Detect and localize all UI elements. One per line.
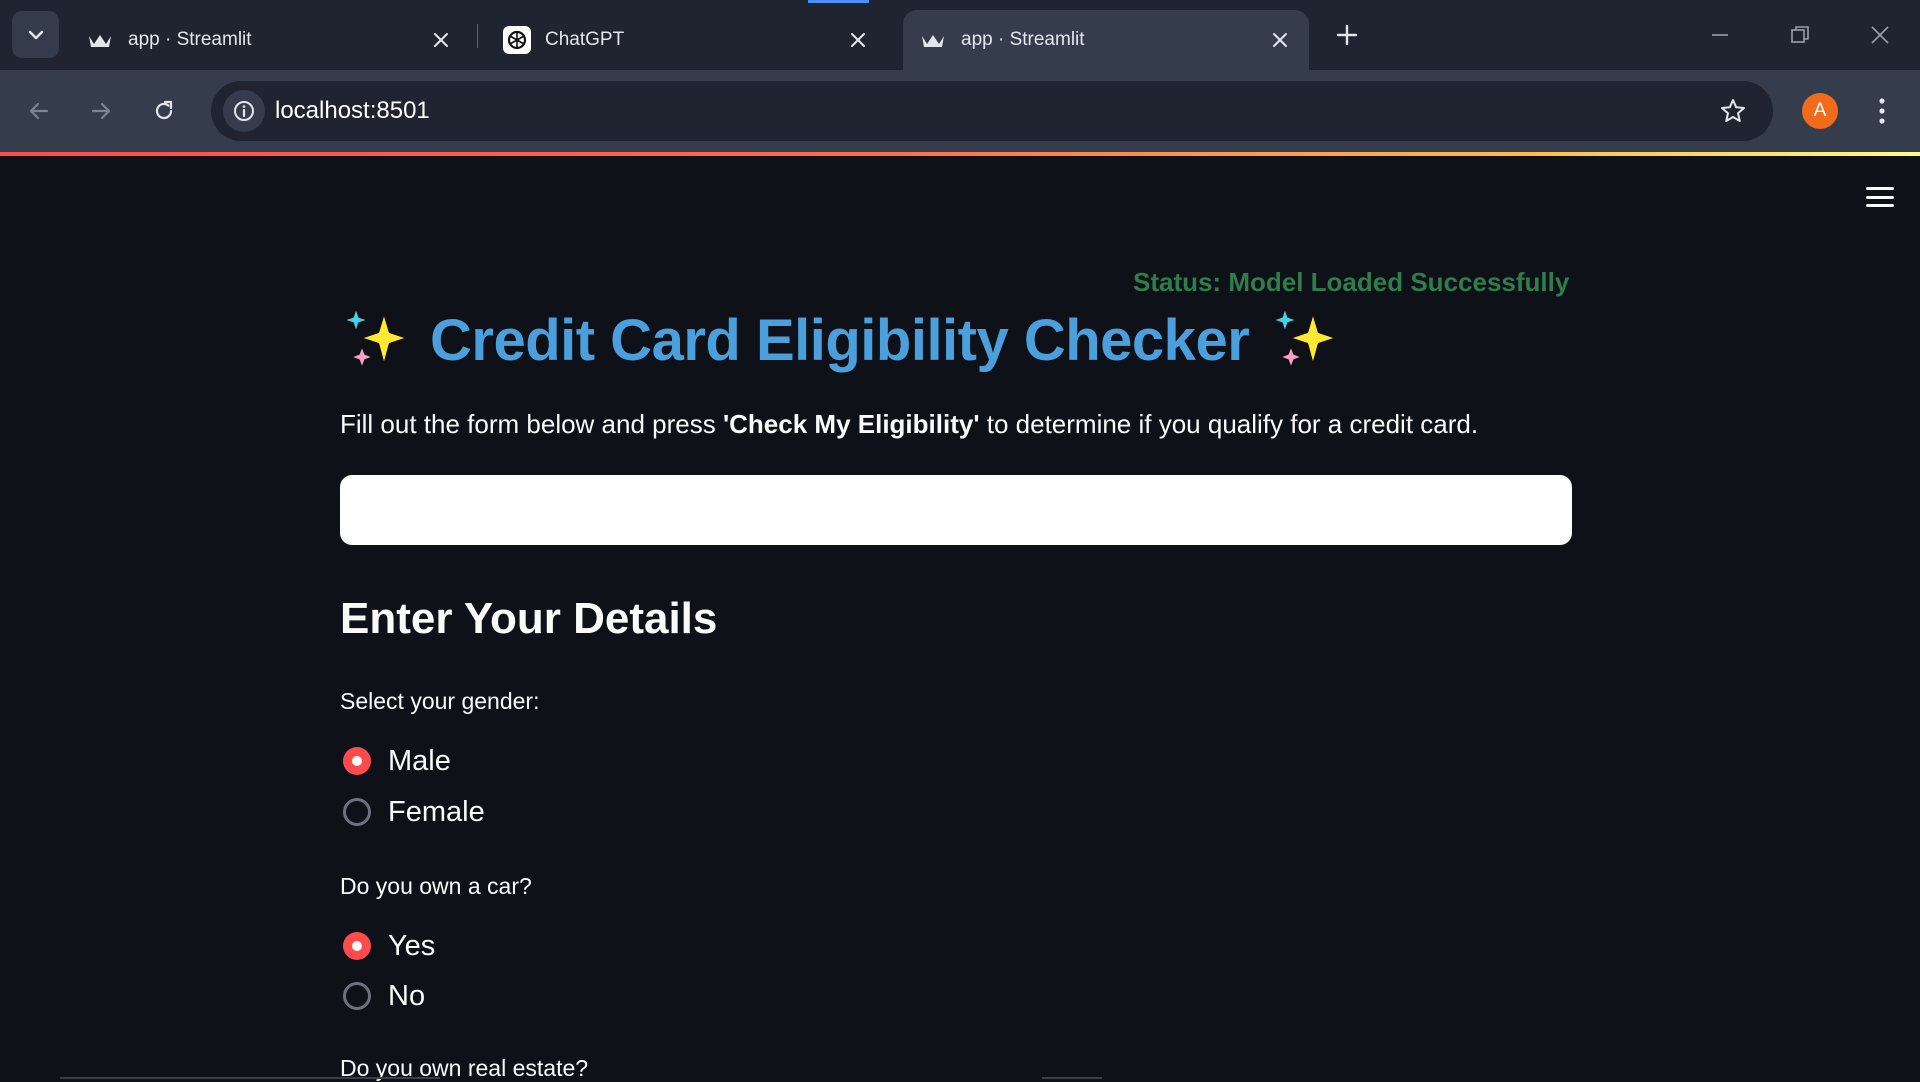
back-button[interactable] xyxy=(18,90,60,132)
radio-unchecked-icon[interactable] xyxy=(343,982,371,1010)
plus-icon xyxy=(1336,24,1358,46)
streamlit-crown-icon xyxy=(86,26,114,54)
browser-menu-button[interactable] xyxy=(1865,91,1899,131)
close-icon[interactable] xyxy=(1267,27,1293,53)
sparkles-icon xyxy=(343,307,410,369)
white-input-box[interactable] xyxy=(340,475,1572,545)
close-icon[interactable] xyxy=(845,27,871,53)
radio-checked-icon[interactable] xyxy=(343,932,371,960)
arrow-right-icon xyxy=(91,102,111,120)
chevron-down-icon xyxy=(28,30,43,39)
hamburger-line xyxy=(1866,195,1894,199)
streamlit-app: Status: Model Loaded Successfully Credit… xyxy=(0,156,1920,1081)
sparkles-icon xyxy=(1272,307,1339,369)
radio-option-yes[interactable]: Yes xyxy=(343,926,435,966)
radio-checked-icon[interactable] xyxy=(343,747,371,775)
info-icon xyxy=(234,101,254,121)
site-info-button[interactable] xyxy=(223,90,265,132)
tab-streamlit-active[interactable]: app · Streamlit xyxy=(903,10,1309,70)
radio-option-no[interactable]: No xyxy=(343,976,425,1016)
intro-text-end: to determine if you qualify for a credit… xyxy=(979,409,1479,439)
radio-option-female[interactable]: Female xyxy=(343,792,485,832)
minimize-icon xyxy=(1712,34,1728,36)
section-title: Enter Your Details xyxy=(340,594,718,643)
hamburger-menu-icon xyxy=(1866,187,1894,190)
page-title: Credit Card Eligibility Checker xyxy=(340,298,1341,382)
address-bar[interactable]: localhost:8501 xyxy=(211,81,1773,141)
close-icon[interactable] xyxy=(428,27,454,53)
tab-loading-indicator xyxy=(808,0,869,3)
more-vert-icon xyxy=(1879,98,1885,124)
profile-avatar[interactable]: A xyxy=(1802,93,1838,129)
close-icon xyxy=(1871,26,1889,44)
hamburger-line xyxy=(1866,204,1894,207)
reload-button[interactable] xyxy=(143,90,185,132)
tab-title: app · Streamlit xyxy=(961,29,1085,50)
tab-streamlit-1[interactable]: app · Streamlit xyxy=(70,10,470,70)
tab-title: app · Streamlit xyxy=(128,29,252,50)
bookmark-button[interactable] xyxy=(1717,95,1749,127)
minimize-button[interactable] xyxy=(1700,16,1740,54)
tab-chatgpt[interactable]: ChatGPT xyxy=(487,10,887,70)
browser-toolbar: localhost:8501 A xyxy=(0,70,1920,152)
browser-tabstrip: app · Streamlit ChatGPT app · Streamlit xyxy=(0,0,1920,70)
model-status-text: Status: Model Loaded Successfully xyxy=(1133,267,1570,297)
window-close-button[interactable] xyxy=(1860,16,1900,54)
url-text[interactable]: localhost:8501 xyxy=(275,97,430,125)
radio-label: No xyxy=(388,979,426,1012)
tab-separator xyxy=(477,24,478,48)
tab-search-button[interactable] xyxy=(12,11,59,58)
main-menu-button[interactable] xyxy=(1864,183,1896,211)
new-tab-button[interactable] xyxy=(1330,18,1364,52)
star-icon xyxy=(1721,99,1745,122)
scroll-divider xyxy=(1042,1077,1102,1079)
intro-text-start: Fill out the form below and press xyxy=(340,409,723,439)
tab-title: ChatGPT xyxy=(545,29,625,50)
radio-label: Yes xyxy=(388,929,436,962)
radio-option-male[interactable]: Male xyxy=(343,741,451,781)
gender-label: Select your gender: xyxy=(340,688,540,714)
radio-unchecked-icon[interactable] xyxy=(343,798,371,826)
intro-text-bold: 'Check My Eligibility' xyxy=(722,409,980,439)
radio-label: Male xyxy=(388,744,451,777)
reload-icon xyxy=(155,100,173,120)
streamlit-crown-icon xyxy=(919,26,947,54)
arrow-left-icon xyxy=(29,102,49,120)
page-title-text: Credit Card Eligibility Checker xyxy=(430,307,1250,373)
scroll-divider xyxy=(60,1077,440,1079)
car-label: Do you own a car? xyxy=(340,873,532,899)
chatgpt-logo-icon xyxy=(503,26,531,54)
forward-button[interactable] xyxy=(80,90,122,132)
restore-icon xyxy=(1791,26,1809,43)
radio-label: Female xyxy=(388,795,485,828)
intro-text: Fill out the form below and press 'Check… xyxy=(340,409,1478,440)
restore-button[interactable] xyxy=(1780,16,1820,54)
